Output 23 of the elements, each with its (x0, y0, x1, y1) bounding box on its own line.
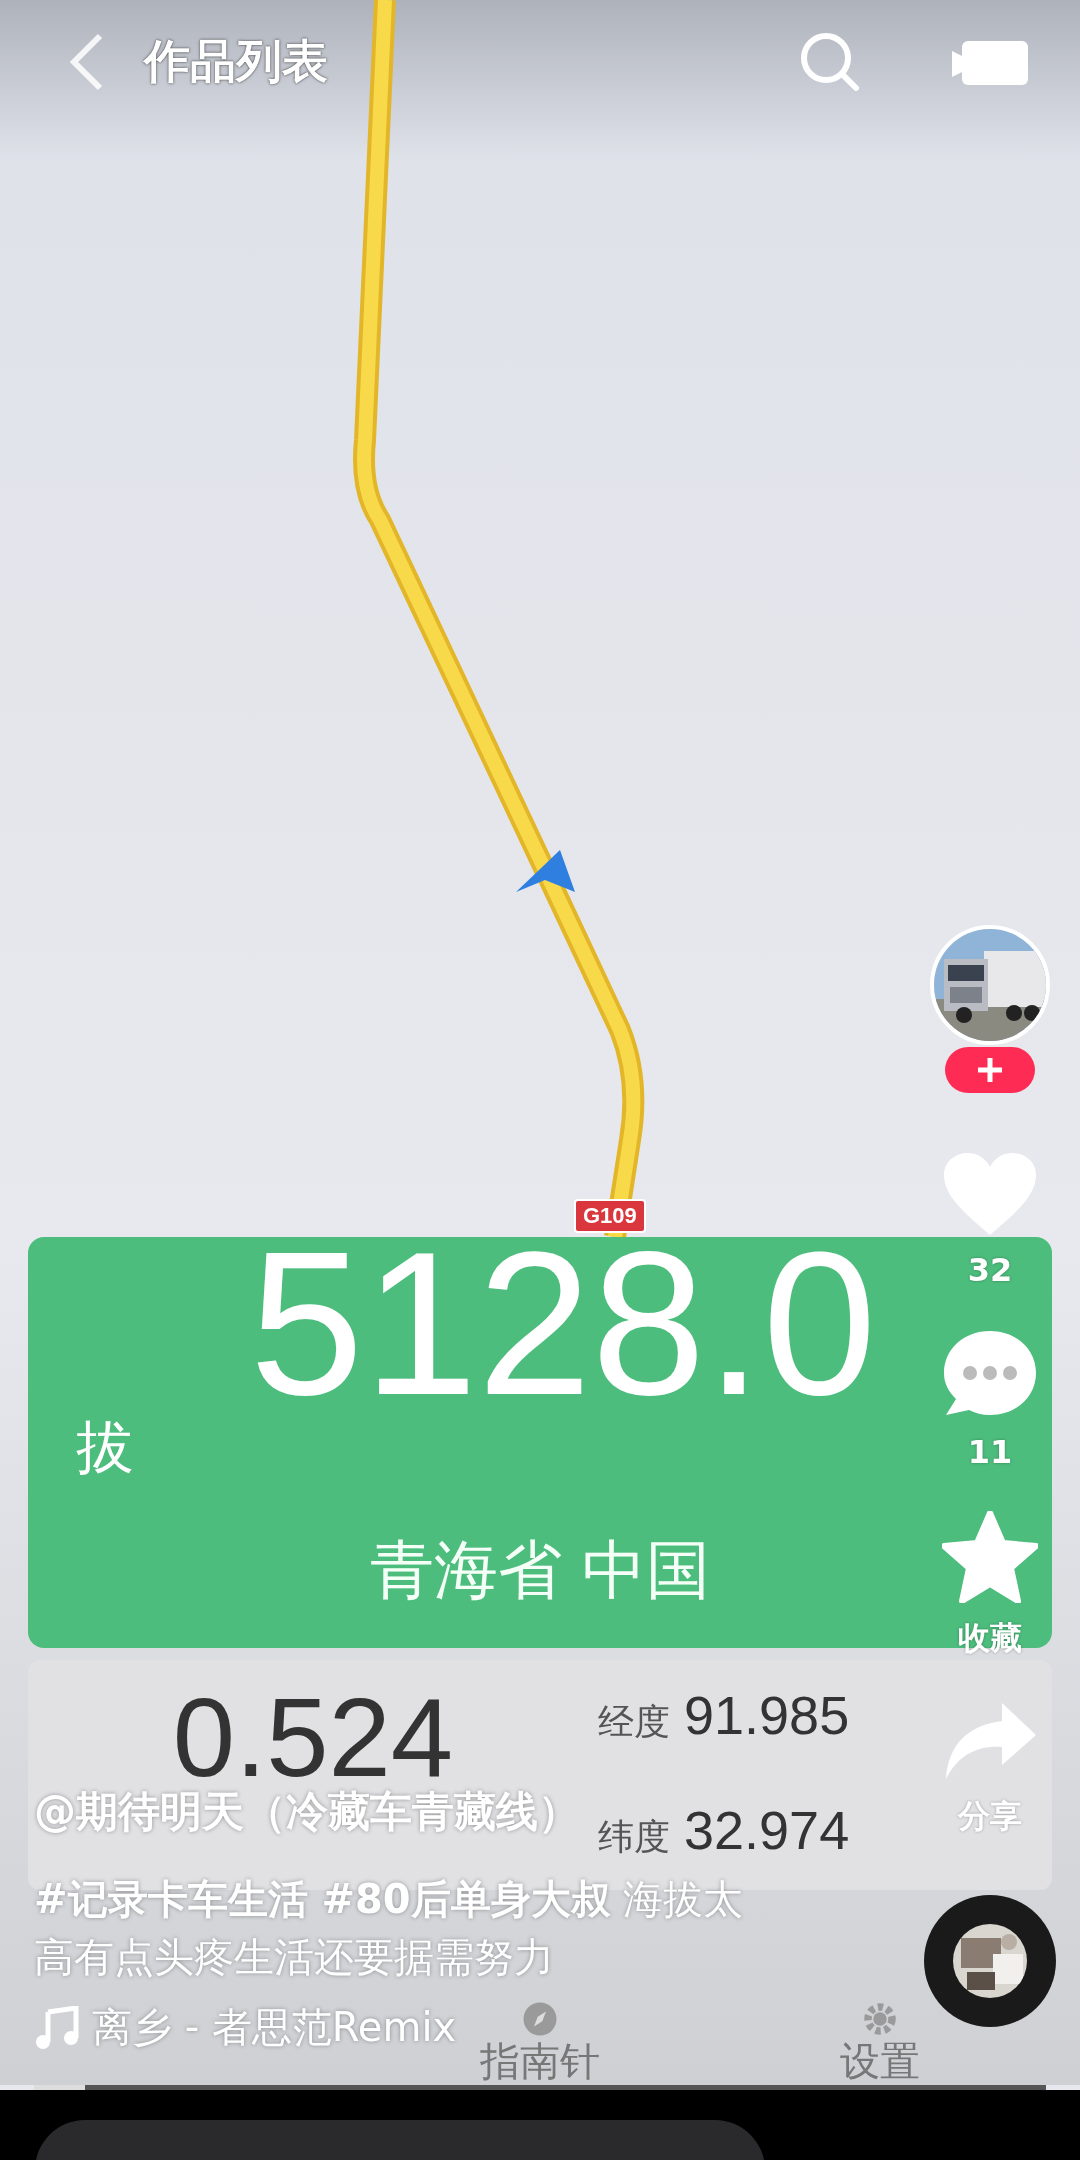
page-title: 作品列表 (144, 33, 328, 90)
location-text: 青海省 中国 (369, 1532, 711, 1609)
pressure-value: 0.524 (172, 1690, 454, 1786)
navigation-arrow-icon (516, 850, 575, 892)
nav-tab[interactable]: 指南针 (480, 2001, 600, 2083)
search-icon[interactable] (798, 30, 862, 94)
video-progress-bar[interactable] (34, 2085, 1046, 2090)
comment-button[interactable]: 11 (942, 1329, 1038, 1471)
favorite-button[interactable]: 收藏 (942, 1511, 1038, 1661)
heart-icon (942, 1151, 1038, 1237)
latitude-label: 纬度 (598, 1815, 670, 1859)
follow-button[interactable] (945, 1047, 1035, 1093)
star-icon (942, 1511, 1038, 1603)
compass-icon (522, 2001, 558, 2037)
longitude-value: 91.985 (684, 1688, 850, 1742)
nav-tab[interactable]: 设置 (840, 2001, 920, 2083)
like-button[interactable]: 32 (942, 1151, 1038, 1289)
latitude-value: 32.974 (684, 1803, 850, 1857)
gear-icon (862, 2001, 898, 2037)
longitude-label: 经度 (598, 1700, 670, 1744)
altitude-label: 拔 (76, 1412, 134, 1483)
plus-icon (975, 1055, 1005, 1085)
music-note-icon (34, 2005, 80, 2050)
